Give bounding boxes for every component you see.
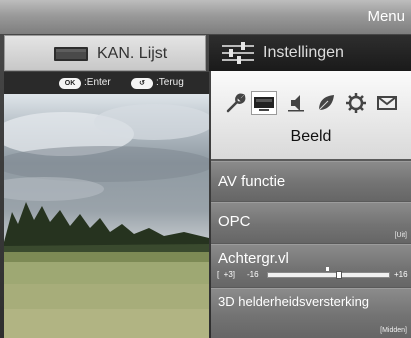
backlight-min-label: -16 [247,270,259,279]
menu-item-3d-brightness[interactable]: 3D helderheidsversterking [Midden] [211,288,411,338]
backlight-default-mark [326,267,329,271]
back-hint: :Terug [156,77,184,88]
menu-item-3d-brightness-value: [Midden] [380,327,407,334]
menu-item-opc-value: [Uit] [394,232,407,239]
wrench-icon[interactable] [223,91,249,115]
tv-menu-screen: Menu KAN. Lijst Instellingen OK :Enter ↺… [0,0,411,338]
sliders-icon [221,42,255,64]
tab-channel-list-label: KAN. Lijst [97,45,168,62]
enter-hint: :Enter [84,77,111,88]
menu-title: Menu [367,8,405,25]
backlight-slider[interactable]: [ +3] -16 +16 [217,267,408,280]
tab-settings-label: Instellingen [263,44,344,61]
menu-item-opc-label: OPC [218,213,251,230]
return-icon: ↺ [131,78,153,89]
preview-image [4,94,209,338]
gear-icon[interactable] [343,91,369,115]
backlight-slider-track[interactable] [267,267,390,279]
backlight-slider-knob[interactable] [336,271,342,279]
menu-item-opc[interactable]: OPC [Uit] [211,202,411,243]
category-label: Beeld [290,128,332,145]
menu-header: Menu [0,0,411,34]
ok-button-icon: OK [59,78,81,89]
tab-channel-list[interactable]: KAN. Lijst [4,35,206,71]
settings-panel: Beeld AV functie OPC [Uit] Achtergr.vl [… [211,71,411,338]
speaker-icon[interactable] [283,91,309,115]
tab-settings[interactable]: Instellingen [209,35,411,71]
backlight-max-label: +16 [394,270,408,279]
backlight-current-value: [ +3] [217,270,236,279]
menu-item-av-function-label: AV functie [218,173,286,190]
leaf-icon[interactable] [313,91,339,115]
monitor-icon[interactable] [251,91,277,115]
category-bar: Beeld [211,71,411,159]
menu-item-backlight[interactable]: Achtergr.vl [ +3] -16 +16 [211,244,411,287]
envelope-icon[interactable] [374,91,400,115]
tv-icon [54,46,88,62]
menu-item-av-function[interactable]: AV functie [211,161,411,201]
menu-item-3d-brightness-label: 3D helderheidsversterking [218,294,370,309]
menu-item-backlight-label: Achtergr.vl [218,250,289,267]
button-hints: OK :Enter ↺ :Terug [4,72,209,94]
